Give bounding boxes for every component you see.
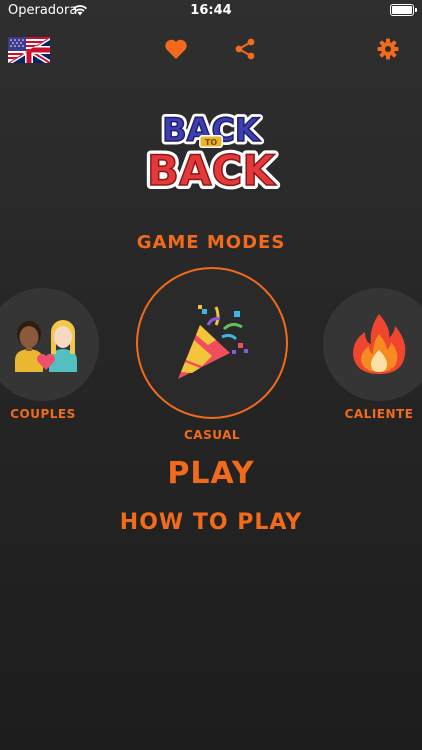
- status-bar: Operadora 16:44: [0, 0, 422, 22]
- gear-icon[interactable]: [377, 38, 399, 60]
- play-button[interactable]: PLAY: [0, 456, 422, 491]
- fire-icon: [353, 314, 406, 374]
- party-popper-icon: [178, 305, 248, 379]
- how-to-play-button[interactable]: HOW TO PLAY: [0, 510, 422, 535]
- couple-icon: [15, 320, 77, 372]
- language-flag-button[interactable]: [8, 37, 50, 63]
- heart-icon[interactable]: [164, 38, 188, 60]
- mode-casual[interactable]: [136, 267, 288, 419]
- game-modes-title: GAME MODES: [136, 232, 286, 253]
- mode-caliente[interactable]: [323, 288, 422, 401]
- back-to-back-logo: BACK BACK TO BACK BACK: [143, 108, 280, 194]
- share-icon[interactable]: [234, 38, 256, 60]
- battery-icon: [390, 4, 417, 16]
- mode-label-caliente: CALIENTE: [344, 407, 414, 421]
- clock: 16:44: [190, 3, 232, 18]
- mode-label-couples: COUPLES: [10, 407, 76, 421]
- mode-label-casual: CASUAL: [183, 428, 241, 442]
- mode-couples[interactable]: [0, 288, 99, 401]
- logo-line2: BACK: [147, 146, 276, 193]
